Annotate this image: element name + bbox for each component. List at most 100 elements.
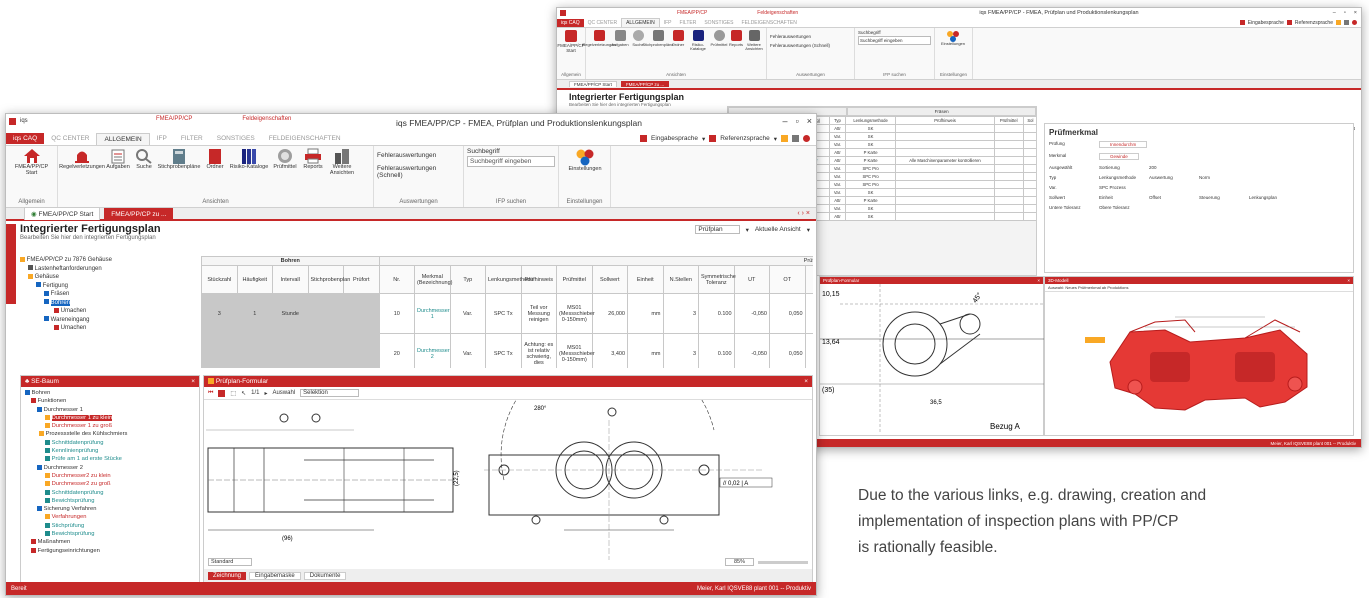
- table-cell[interactable]: 3: [201, 293, 238, 334]
- table-cell[interactable]: Attr: [829, 212, 846, 221]
- tab-iqs-caq[interactable]: iqs CAQ: [557, 18, 584, 27]
- table-cell[interactable]: [1022, 188, 1036, 197]
- help-icon[interactable]: [1352, 20, 1357, 25]
- table-cell[interactable]: [343, 333, 380, 368]
- column-header[interactable]: N.Stellen: [662, 265, 699, 294]
- test-equipment-button[interactable]: Prüfmittel: [711, 30, 727, 52]
- column-header[interactable]: OT: [769, 265, 806, 294]
- detail-field[interactable]: Merkmal: [1049, 153, 1089, 160]
- table-cell[interactable]: Durchmesser 2: [414, 333, 451, 368]
- table-cell[interactable]: [1022, 164, 1036, 173]
- se-tree-item[interactable]: Kennlinienprüfung: [25, 447, 195, 455]
- table-cell[interactable]: [993, 212, 1024, 221]
- table-cell[interactable]: Alle Maschinenparameter kontrollieren: [895, 156, 995, 165]
- table-cell[interactable]: 0,050: [769, 333, 806, 368]
- tab-input-mask[interactable]: Eingabemaske: [249, 571, 301, 580]
- table-cell[interactable]: Var.: [829, 172, 846, 181]
- table-cell[interactable]: [343, 293, 380, 334]
- sampling-plans-button[interactable]: Stichprobenpläne: [157, 148, 201, 176]
- settings-icon[interactable]: [1336, 20, 1341, 25]
- detail-field[interactable]: Var.: [1049, 185, 1089, 190]
- table-cell[interactable]: Var.: [829, 204, 846, 213]
- settings-button[interactable]: Einstellungen: [938, 30, 968, 46]
- table-cell[interactable]: [993, 124, 1024, 133]
- 3d-model-svg[interactable]: [1045, 292, 1355, 432]
- maximize-icon[interactable]: ▫: [1344, 10, 1346, 16]
- column-header[interactable]: Typ: [449, 265, 486, 294]
- table-cell[interactable]: P Karte: [844, 196, 897, 205]
- tab-qc-center[interactable]: QC CENTER: [44, 133, 96, 144]
- table-cell[interactable]: MS01 (Messschieber 0-150mm): [556, 333, 595, 368]
- se-tree-item[interactable]: Durchmesser 1 zu klein: [25, 414, 195, 422]
- doc-tab-start[interactable]: ◉ FMEA/PP/CP Start: [24, 207, 101, 220]
- tab-documents[interactable]: Dokumente: [303, 571, 347, 580]
- detail-field[interactable]: 200: [1149, 165, 1189, 170]
- table-cell[interactable]: SK: [844, 124, 897, 133]
- tab-qc-center[interactable]: QC CENTER: [584, 19, 621, 27]
- table-cell[interactable]: SPC Tx: [485, 293, 522, 334]
- table-cell[interactable]: Var.: [829, 164, 846, 173]
- tab-allgemein[interactable]: ALLGEMEIN: [621, 18, 660, 27]
- reports-button[interactable]: Reports: [301, 148, 325, 176]
- table-cell[interactable]: 1: [236, 293, 273, 334]
- table-cell[interactable]: [895, 188, 995, 197]
- detail-field[interactable]: Lenkungsplan: [1249, 195, 1289, 200]
- tab-sonstiges[interactable]: SONSTIGES: [700, 19, 737, 27]
- tree-item[interactable]: FMEA/PP/CP zu 7876 Gehäuse: [20, 256, 200, 265]
- detail-field[interactable]: Obere Toleranz: [1099, 205, 1139, 210]
- tree-item[interactable]: Umachen: [20, 307, 200, 316]
- stop-icon[interactable]: [218, 389, 226, 397]
- table-cell[interactable]: [993, 156, 1024, 165]
- detail-field[interactable]: Norm: [1199, 175, 1239, 180]
- table-cell[interactable]: Var.: [449, 333, 486, 368]
- more-views-button[interactable]: Weitere Ansichten: [327, 148, 357, 176]
- folder-button[interactable]: Ordner: [671, 30, 685, 52]
- tasks-button[interactable]: Aufgaben: [611, 30, 629, 52]
- table-cell[interactable]: [1022, 212, 1036, 221]
- table-cell[interactable]: [895, 124, 995, 133]
- settings-icon[interactable]: [781, 135, 788, 142]
- column-header[interactable]: Häufigkeit: [236, 265, 273, 294]
- standard-select[interactable]: Standard: [208, 558, 253, 566]
- table-cell[interactable]: Achtung: es ist relativ schwierig, dies: [520, 333, 557, 368]
- table-cell[interactable]: [895, 164, 995, 173]
- table-cell[interactable]: 0,050: [769, 293, 806, 334]
- tab-ifp[interactable]: IFP: [150, 133, 174, 144]
- technical-drawing[interactable]: (96) (22,5) 280° // 0,02 | A: [204, 400, 812, 560]
- table-cell[interactable]: 0.100: [698, 333, 735, 368]
- table-cell[interactable]: 3,400: [591, 333, 628, 368]
- doc-tab-plan[interactable]: FMEA/PP/CP zu ...: [104, 207, 174, 220]
- tab-drawing[interactable]: Zeichnung: [208, 571, 247, 580]
- se-tree-item[interactable]: Prüfe am 1 ad erste Stücke: [25, 455, 195, 463]
- table-cell[interactable]: 3: [662, 293, 699, 334]
- fault-evaluations-item[interactable]: Fehlerauswertungen: [770, 34, 851, 39]
- table-cell[interactable]: [1022, 124, 1036, 133]
- back-lang-ref[interactable]: Referenzsprache: [1295, 20, 1333, 26]
- se-tree-item[interactable]: Bohren: [25, 389, 195, 397]
- table-cell[interactable]: SPC Pro: [844, 172, 897, 181]
- close-icon[interactable]: ×: [807, 116, 812, 126]
- table-cell[interactable]: [993, 132, 1024, 141]
- table-cell[interactable]: [201, 333, 238, 368]
- se-tree-item[interactable]: Schnittdatenprüfung: [25, 489, 195, 497]
- table-cell[interactable]: P Karte: [844, 156, 897, 165]
- tab-ifp[interactable]: IFP: [660, 19, 676, 27]
- current-view-select[interactable]: Aktuelle Ansicht: [755, 226, 801, 233]
- table-cell[interactable]: SK: [844, 132, 897, 141]
- detail-field[interactable]: Ausgewählt: [1049, 165, 1089, 170]
- se-tree-item[interactable]: Durchmesser2 zu groß: [25, 480, 195, 488]
- tasks-button[interactable]: Aufgaben: [105, 148, 131, 176]
- se-tree-item[interactable]: Bewichtsprüfung: [25, 497, 195, 505]
- table-cell[interactable]: P Karte: [844, 148, 897, 157]
- table-cell[interactable]: 0.100: [698, 293, 735, 334]
- table-cell[interactable]: [993, 140, 1024, 149]
- table-cell[interactable]: [895, 180, 995, 189]
- rule-violations-button[interactable]: Regelverletzungen: [582, 30, 616, 52]
- table-row[interactable]: 20 Durchmesser 2 Var. SPC Tx Achtung: es ist…: [201, 333, 813, 368]
- ifp-search-input[interactable]: Suchbegriff eingeben: [467, 156, 555, 167]
- more-views-button[interactable]: Weitere Ansichten: [745, 30, 763, 52]
- table-cell[interactable]: [993, 204, 1024, 213]
- table-cell[interactable]: SPC Pro: [844, 180, 897, 189]
- window-icon[interactable]: [792, 135, 799, 142]
- detail-field[interactable]: Gewinde: [1099, 153, 1139, 160]
